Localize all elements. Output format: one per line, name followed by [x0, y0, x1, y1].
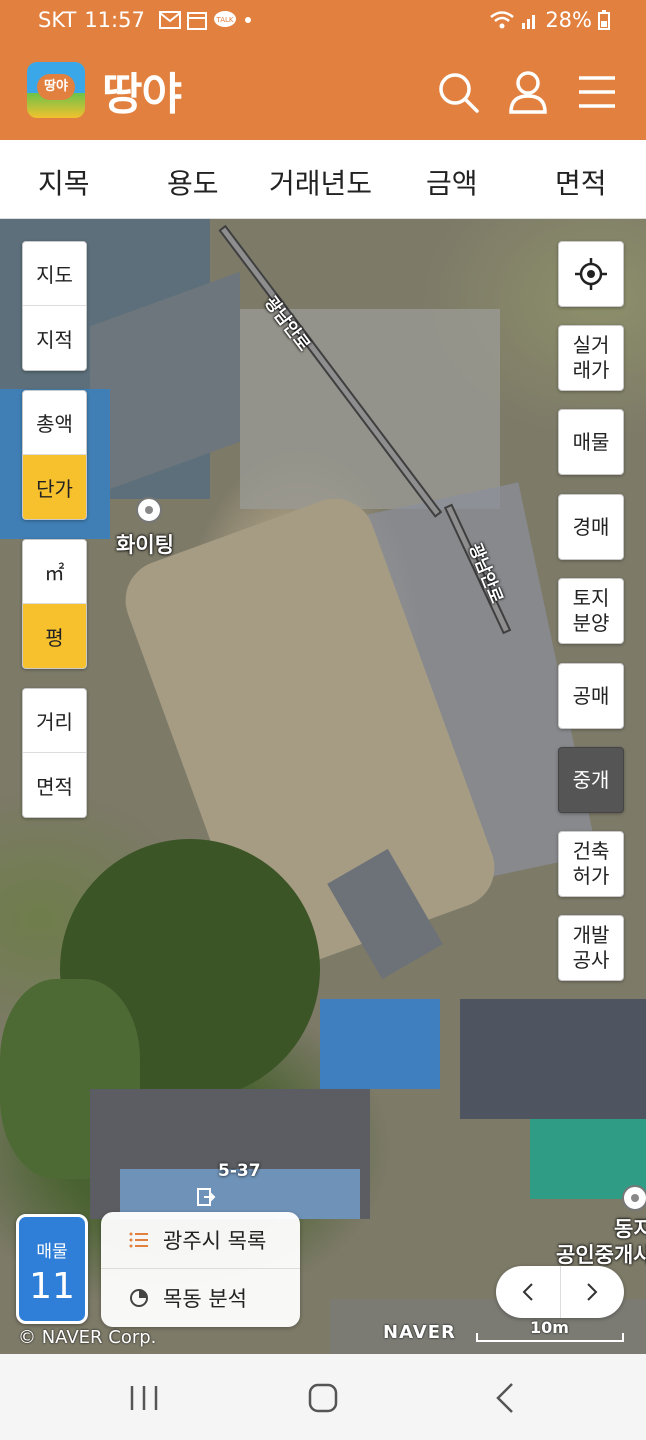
brokerage-button[interactable]: 중개 — [558, 747, 624, 813]
sqm-unit-button[interactable]: ㎡ — [23, 540, 86, 604]
building-permit-line1: 건축 — [572, 839, 610, 863]
filter-area[interactable]: 면적 — [555, 162, 607, 202]
place-marker-icon[interactable] — [622, 1185, 646, 1211]
scale-label: 10m — [530, 1318, 569, 1337]
pyeong-unit-button[interactable]: 평 — [23, 604, 86, 668]
price-mode-group: 총액 단가 — [22, 390, 87, 520]
calendar-icon — [186, 12, 207, 30]
building-roof-blue — [320, 999, 440, 1089]
listing-layer-button[interactable]: 매물 — [558, 409, 624, 475]
area-analysis-button[interactable]: 목동 분석 — [101, 1269, 300, 1326]
filter-usage[interactable]: 용도 — [167, 162, 219, 202]
debris-area — [240, 309, 500, 509]
logo-badge: 땅야 — [37, 74, 75, 100]
pie-chart-icon — [130, 1288, 148, 1307]
building-roof — [460, 999, 646, 1119]
satellite-map[interactable]: 광남안로 광남안로 화이팅 5-37 동지 공인중개사 지도 지적 총액 단가 … — [0, 219, 646, 1354]
chevron-left-icon — [522, 1283, 533, 1301]
locate-me-button[interactable] — [558, 241, 624, 307]
land-sale-button[interactable]: 토지 분양 — [558, 578, 624, 644]
listing-badge-count: 11 — [29, 1266, 75, 1307]
edge-place-label-2: 공인중개사 — [556, 1243, 646, 1267]
clock: 11:57 — [84, 8, 145, 32]
region-list-button[interactable]: 광주시 목록 — [101, 1212, 300, 1269]
dev-construction-line2: 공사 — [572, 948, 610, 972]
actual-trade-line2: 래가 — [572, 358, 610, 382]
land-sale-line1: 토지 — [572, 586, 610, 610]
app-header: 땅야 땅야 — [0, 44, 646, 140]
dev-construction-line1: 개발 — [572, 923, 610, 947]
system-nav-bar — [0, 1354, 646, 1440]
map-copyright: © NAVER Corp. — [18, 1327, 157, 1348]
list-icon — [129, 1232, 148, 1248]
mail-icon — [158, 11, 181, 29]
map-view-button[interactable]: 지도 — [23, 242, 86, 306]
lot-number-label: 5-37 — [218, 1161, 261, 1181]
measure-area-button[interactable]: 면적 — [23, 753, 86, 817]
carrier-label: SKT — [38, 8, 77, 32]
battery-percent: 28% — [545, 8, 592, 32]
filter-trade-year[interactable]: 거래년도 — [269, 162, 372, 202]
auction-layer-button[interactable]: 경매 — [558, 494, 624, 560]
total-price-button[interactable]: 총액 — [23, 391, 86, 455]
listing-badge-label: 매물 — [36, 1242, 68, 1262]
app-title: 땅야 — [102, 69, 182, 120]
listing-count-badge[interactable]: 매물 11 — [16, 1214, 88, 1324]
cadastral-view-button[interactable]: 지적 — [23, 306, 86, 370]
place-marker-icon[interactable] — [136, 497, 162, 523]
signal-icon — [522, 15, 536, 29]
battery-icon — [598, 10, 610, 30]
home-icon[interactable] — [303, 1380, 343, 1416]
next-button[interactable] — [561, 1266, 625, 1318]
back-icon[interactable] — [486, 1380, 526, 1416]
region-list-label: 광주시 목록 — [163, 1229, 267, 1253]
building-permit-line2: 허가 — [572, 864, 610, 888]
status-bar: SKT 11:57 TALK 28% — [0, 0, 646, 44]
filter-land-category[interactable]: 지목 — [38, 162, 90, 202]
map-scale: 10m — [476, 1318, 624, 1342]
actual-trade-button[interactable]: 실거 래가 — [558, 325, 624, 391]
unit-price-button[interactable]: 단가 — [23, 455, 86, 519]
naver-logo: NAVER — [383, 1322, 456, 1343]
area-unit-group: ㎡ 평 — [22, 539, 87, 669]
measure-distance-button[interactable]: 거리 — [23, 689, 86, 753]
actual-trade-line1: 실거 — [572, 333, 610, 357]
search-icon[interactable] — [436, 70, 480, 114]
place-name-label[interactable]: 화이팅 — [116, 529, 174, 559]
prev-button[interactable] — [496, 1266, 561, 1318]
filter-amount[interactable]: 금액 — [426, 162, 478, 202]
dev-construction-button[interactable]: 개발 공사 — [558, 915, 624, 981]
user-icon[interactable] — [506, 70, 550, 114]
dot-icon — [244, 17, 251, 23]
svg-text:TALK: TALK — [215, 16, 233, 24]
land-sale-line2: 분양 — [572, 611, 610, 635]
entrance-icon — [197, 1188, 216, 1206]
pager — [496, 1266, 624, 1318]
measure-group: 거리 면적 — [22, 688, 87, 818]
action-card: 광주시 목록 목동 분석 — [101, 1212, 300, 1327]
menu-icon[interactable] — [575, 70, 619, 114]
map-type-group: 지도 지적 — [22, 241, 87, 371]
public-auction-button[interactable]: 공매 — [558, 663, 624, 729]
recent-apps-icon[interactable] — [124, 1380, 164, 1416]
wifi-icon — [490, 11, 515, 29]
area-analysis-label: 목동 분석 — [163, 1286, 247, 1311]
app-logo-icon[interactable]: 땅야 — [27, 62, 85, 118]
filter-bar: 지목 용도 거래년도 금액 면적 — [0, 140, 646, 219]
kakaotalk-icon: TALK — [213, 11, 236, 27]
building-permit-button[interactable]: 건축 허가 — [558, 831, 624, 897]
crosshair-icon — [575, 258, 607, 290]
chevron-right-icon — [587, 1283, 598, 1301]
